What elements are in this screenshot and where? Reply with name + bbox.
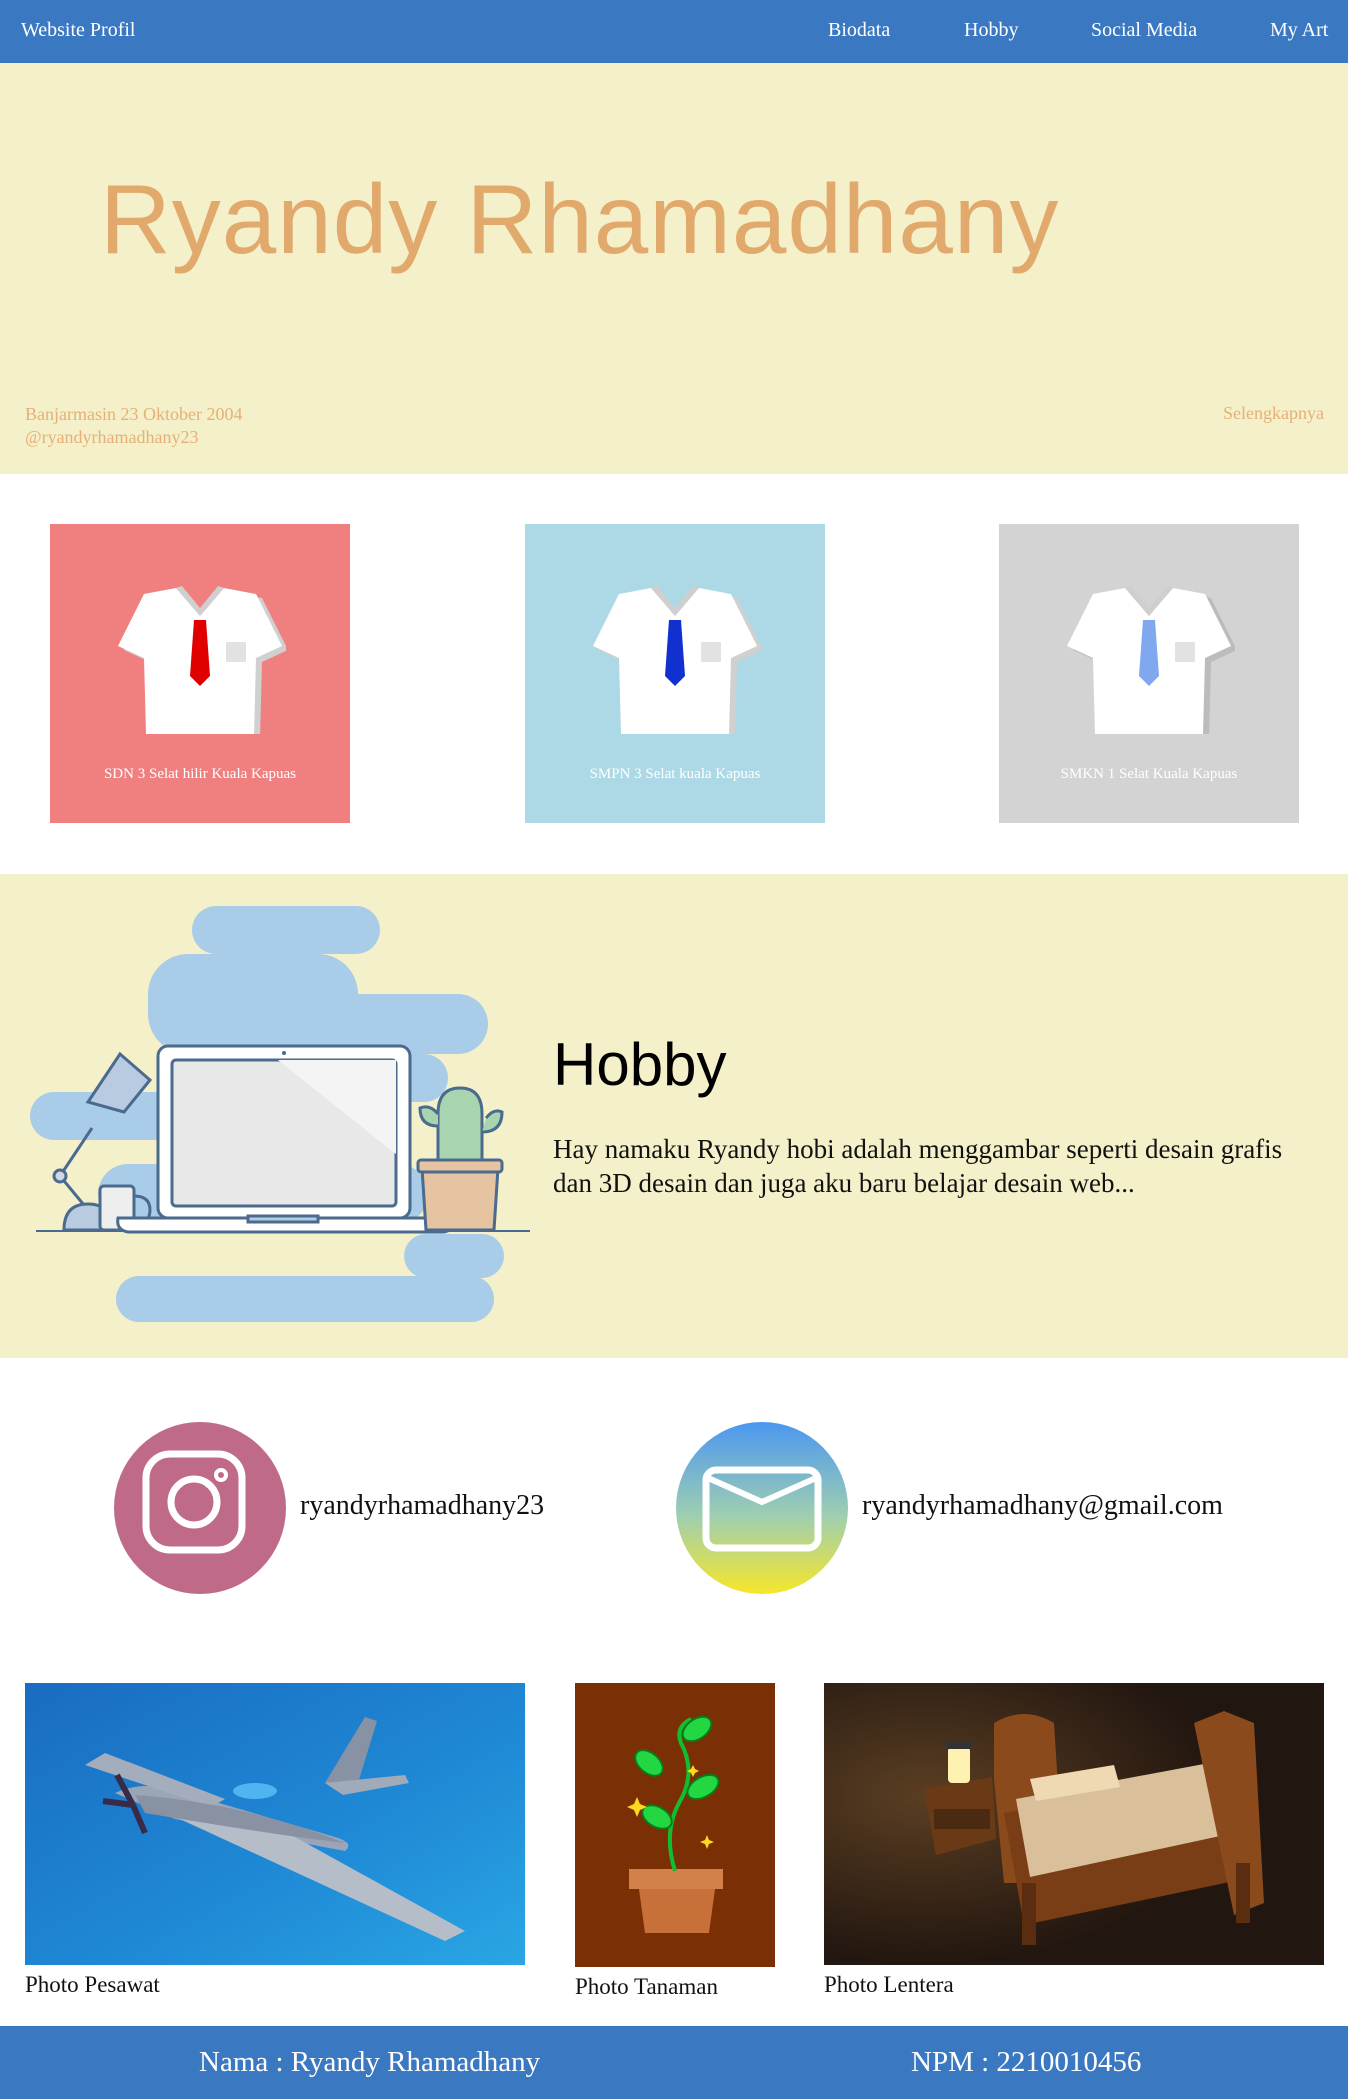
nav-link-social-media[interactable]: Social Media [1091,19,1197,42]
art-caption: Photo Tanaman [575,1974,718,1999]
nav-link-my-art[interactable]: My Art [1270,19,1328,42]
school-card-smp[interactable]: SMPN 3 Selat kuala Kapuas [525,524,825,823]
school-card-smk[interactable]: SMKN 1 Selat Kuala Kapuas [999,524,1299,823]
school-label: SMKN 1 Selat Kuala Kapuas [1060,766,1238,782]
school-label: SMPN 3 Selat kuala Kapuas [589,766,761,782]
email-badge[interactable] [676,1422,848,1594]
plane-photo[interactable] [25,1683,525,1965]
art-caption: Photo Lentera [824,1972,954,1997]
brand-title[interactable]: Website Profil [21,19,135,42]
footer-name: Nama : Ryandy Rhamadhany [199,2046,541,2078]
birth-info: Banjarmasin 23 Oktober 2004 [25,404,243,424]
school-label: SDN 3 Selat hilir Kuala Kapuas [103,766,297,782]
hobby-description: Hay namaku Ryandy hobi adalah menggambar… [553,1134,1283,1198]
hero-name: Ryandy Rhamadhany [100,164,1060,274]
footer: Nama : Ryandy Rhamadhany NPM : 221001045… [0,2026,1348,2099]
instagram-badge[interactable] [114,1422,286,1594]
plant-photo[interactable] [575,1683,775,1967]
email-address[interactable]: ryandyrhamadhany@gmail.com [862,1490,1223,1522]
nav-link-biodata[interactable]: Biodata [828,19,890,42]
hobby-title: Hobby [553,1031,727,1098]
art-caption: Photo Pesawat [25,1972,160,1997]
uniform-shirt-icon [1067,586,1235,734]
footer-npm: NPM : 2210010456 [911,2046,1142,2078]
instagram-handle[interactable]: ryandyrhamadhany23 [300,1490,544,1522]
lantern-photo[interactable] [824,1683,1324,1965]
read-more-link[interactable]: Selengkapnya [1223,403,1324,424]
mail-icon [702,1466,822,1552]
handle: @ryandyrhamadhany23 [25,427,199,447]
navbar: Website Profil Biodata Hobby Social Medi… [0,0,1348,63]
nav-link-hobby[interactable]: Hobby [964,19,1018,42]
uniform-shirt-icon [118,586,286,734]
instagram-icon [142,1450,246,1554]
school-card-sd[interactable]: SDN 3 Selat hilir Kuala Kapuas [50,524,350,823]
hobby-section: Hobby Hay namaku Ryandy hobi adalah meng… [0,874,1348,1358]
uniform-shirt-icon [593,586,761,734]
hero-section: Ryandy Rhamadhany Banjarmasin 23 Oktober… [0,63,1348,474]
workspace-illustration [30,906,530,1322]
hero-meta: Banjarmasin 23 Oktober 2004 @ryandyrhama… [25,403,242,449]
